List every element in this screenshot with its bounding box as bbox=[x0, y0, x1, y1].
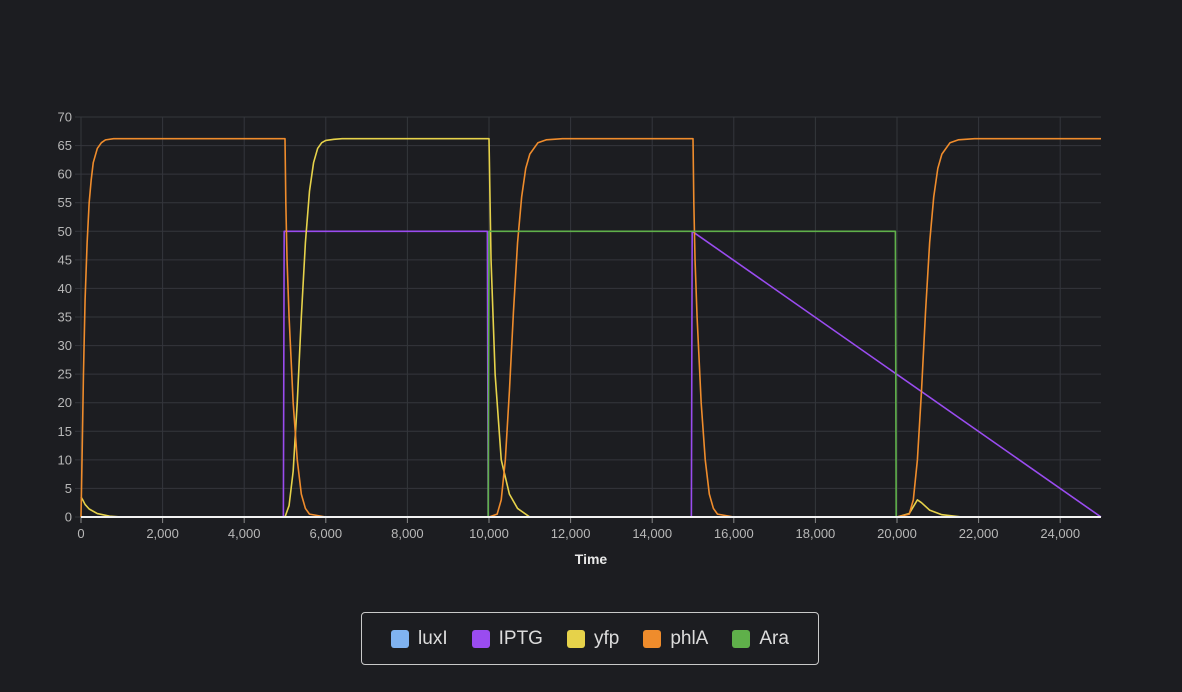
x-tick-label: 14,000 bbox=[632, 526, 672, 541]
y-tick-label: 25 bbox=[58, 367, 72, 382]
y-tick-label: 55 bbox=[58, 195, 72, 210]
legend-label-yfp: yfp bbox=[593, 627, 620, 649]
y-tick-label: 70 bbox=[58, 110, 72, 125]
y-tick-label: 50 bbox=[58, 224, 72, 239]
y-tick-label: 5 bbox=[65, 481, 72, 496]
legend-swatch-luxi bbox=[391, 629, 410, 648]
y-tick-label: 10 bbox=[58, 452, 72, 467]
legend-swatch-yfp bbox=[566, 629, 585, 648]
y-tick-label: 0 bbox=[65, 510, 72, 525]
x-tick-label: 24,000 bbox=[1040, 526, 1080, 541]
legend-item-phla[interactable]: phlA bbox=[643, 628, 708, 650]
line-chart: 0 5 10 15 20 25 30 35 40 45 50 55 60 65 70 0 2,000 4,000… bbox=[58, 110, 1102, 567]
y-tick-label: 15 bbox=[58, 424, 72, 439]
legend-item-yfp[interactable]: yfp bbox=[566, 627, 620, 650]
grid-lines bbox=[80, 116, 1101, 518]
legend-swatch-ara bbox=[732, 629, 751, 648]
x-tick-label: 16,000 bbox=[714, 526, 754, 541]
x-tick-label: 4,000 bbox=[228, 526, 261, 541]
y-tick-label: 40 bbox=[58, 281, 72, 296]
x-tick-label: 20,000 bbox=[877, 526, 917, 541]
legend-label-ara: Ara bbox=[759, 627, 789, 649]
x-tick-label: 10,000 bbox=[469, 526, 509, 541]
x-tick-label: 6,000 bbox=[310, 526, 343, 541]
legend: luxI IPTG yfp phlA Ara bbox=[361, 612, 819, 665]
legend-item-iptg[interactable]: IPTG bbox=[471, 627, 543, 650]
legend-item-ara[interactable]: Ara bbox=[732, 628, 789, 650]
x-tick-label: 12,000 bbox=[551, 526, 591, 541]
legend-swatch-phla bbox=[643, 629, 662, 648]
x-tick-label: 0 bbox=[77, 526, 84, 541]
legend-item-luxi[interactable]: luxI bbox=[391, 628, 448, 650]
legend-label-iptg: IPTG bbox=[498, 627, 543, 649]
y-tick-label: 60 bbox=[58, 167, 72, 182]
y-tick-label: 20 bbox=[58, 395, 72, 410]
legend-label-phla: phlA bbox=[670, 627, 709, 649]
x-tick-label: 22,000 bbox=[959, 526, 999, 541]
x-tick-label: 8,000 bbox=[391, 526, 424, 541]
y-tick-label: 65 bbox=[58, 138, 72, 153]
legend-label-luxi: luxI bbox=[418, 627, 448, 649]
y-tick-label: 35 bbox=[58, 310, 72, 325]
legend-swatch-iptg bbox=[471, 629, 490, 648]
y-tick-label: 30 bbox=[58, 338, 72, 353]
y-axis-ticks: 0 5 10 15 20 25 30 35 40 45 50 55 60 65 70 bbox=[58, 110, 81, 525]
x-axis-title: Time bbox=[575, 551, 608, 567]
x-tick-label: 18,000 bbox=[796, 526, 836, 541]
y-tick-label: 45 bbox=[58, 252, 72, 267]
x-axis-ticks: 0 2,000 4,000 6,000 8,000 10,000 12,000 14,000 1… bbox=[77, 517, 1080, 541]
x-tick-label: 2,000 bbox=[146, 526, 179, 541]
